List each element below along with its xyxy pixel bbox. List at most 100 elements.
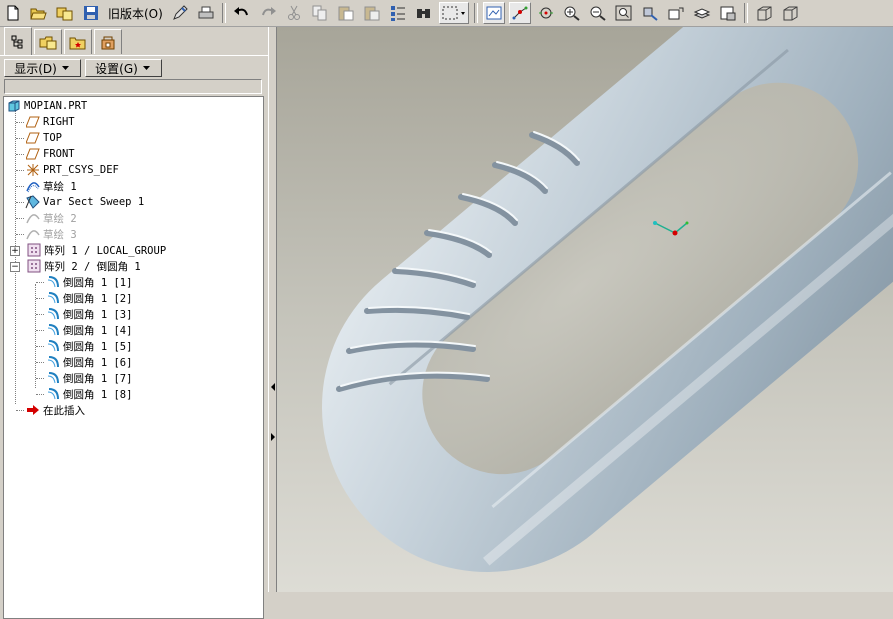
- wireframe-icon[interactable]: [753, 2, 775, 24]
- draw-pen-icon[interactable]: [169, 2, 191, 24]
- tree-item-sketch-1[interactable]: 草绘 1: [16, 178, 77, 194]
- tree-item-label: 阵列 1 / LOCAL_GROUP: [44, 244, 167, 257]
- tree-child-label: 倒圆角 1 [5]: [63, 340, 133, 353]
- tree-child-round-6[interactable]: 倒圆角 1 [6]: [36, 354, 132, 370]
- tree-child-label: 倒圆角 1 [4]: [63, 324, 133, 337]
- insert-here-label: 在此插入: [43, 404, 85, 417]
- regenerate-icon[interactable]: [387, 2, 409, 24]
- display-menu-label: 显示(D): [14, 61, 57, 76]
- settings-menu-button[interactable]: 设置(G): [85, 59, 162, 77]
- zoom-out-icon[interactable]: [587, 2, 609, 24]
- part-model-render: [322, 27, 893, 572]
- model-tree-icon: [11, 35, 23, 48]
- tree-child-round-1[interactable]: 倒圆角 1 [1]: [36, 274, 132, 290]
- insert-arrow-icon: [25, 402, 41, 418]
- tree-child-label: 倒圆角 1 [8]: [63, 388, 133, 401]
- toolbar-separator: [743, 3, 748, 23]
- expand-toggle[interactable]: +: [10, 246, 20, 256]
- tree-item-label: PRT_CSYS_DEF: [43, 164, 119, 176]
- find-icon[interactable]: [413, 2, 435, 24]
- undo-icon[interactable]: [231, 2, 253, 24]
- tree-child-round-2[interactable]: 倒圆角 1 [2]: [36, 290, 132, 306]
- print-icon[interactable]: [195, 2, 217, 24]
- tree-item-label: TOP: [43, 132, 62, 144]
- tree-item-label: 草绘 2: [43, 212, 77, 225]
- sketch-icon: [25, 210, 41, 226]
- tree-item-pattern-1[interactable]: 阵列 1 / LOCAL_GROUP: [26, 242, 166, 258]
- paste-icon[interactable]: [335, 2, 357, 24]
- zoom-in-icon[interactable]: [561, 2, 583, 24]
- tree-insert-here[interactable]: 在此插入: [16, 402, 85, 418]
- old-version-button[interactable]: 旧版本(O): [108, 5, 163, 22]
- main-toolbar: 旧版本(O): [0, 0, 893, 27]
- tree-item-label: RIGHT: [43, 116, 75, 128]
- part-icon: [6, 98, 22, 114]
- tree-item-front[interactable]: FRONT: [16, 146, 75, 162]
- tree-item-sketch-3[interactable]: 草绘 3: [16, 226, 77, 242]
- collapse-toggle[interactable]: −: [10, 262, 20, 272]
- tree-child-label: 倒圆角 1 [1]: [63, 276, 133, 289]
- toolbar-separator: [221, 3, 226, 23]
- tree-child-round-8[interactable]: 倒圆角 1 [8]: [36, 386, 132, 402]
- pattern-icon: [26, 258, 42, 274]
- favorites-icon: [69, 37, 86, 50]
- search-bar[interactable]: [4, 79, 262, 94]
- tree-child-label: 倒圆角 1 [7]: [63, 372, 133, 385]
- tree-item-label: 草绘 1: [43, 180, 77, 193]
- tree-item-pattern-2[interactable]: 阵列 2 / 倒圆角 1: [26, 258, 141, 274]
- tree-item-label: 草绘 3: [43, 228, 77, 241]
- view-manager-icon[interactable]: [717, 2, 739, 24]
- connections-icon: [101, 36, 115, 50]
- round-icon: [45, 354, 61, 370]
- tree-item-csys[interactable]: PRT_CSYS_DEF: [16, 162, 119, 178]
- redo-icon[interactable]: [257, 2, 279, 24]
- new-file-icon[interactable]: [2, 2, 24, 24]
- round-icon: [45, 290, 61, 306]
- select-box-icon[interactable]: [438, 2, 469, 24]
- sketch-icon: [25, 226, 41, 242]
- round-icon: [45, 370, 61, 386]
- refit-icon[interactable]: [613, 2, 635, 24]
- paste-special-icon[interactable]: [361, 2, 383, 24]
- model-tree: MOPIAN.PRT RIGHT TOP FRONT PRT_CSYS_DEF …: [3, 96, 264, 619]
- tree-item-var-sect-sweep[interactable]: Var Sect Sweep 1: [16, 194, 144, 210]
- favorites-tab[interactable]: [64, 29, 92, 54]
- tree-item-label: Var Sect Sweep 1: [43, 196, 145, 208]
- folder-browser-tab[interactable]: [34, 29, 62, 54]
- connections-tab[interactable]: [94, 29, 122, 54]
- datum-axes-icon[interactable]: [508, 2, 531, 24]
- datum-planes-icon[interactable]: [482, 2, 505, 24]
- settings-menu-label: 设置(G): [95, 61, 138, 76]
- tree-child-label: 倒圆角 1 [6]: [63, 356, 133, 369]
- round-icon: [45, 274, 61, 290]
- tree-child-round-4[interactable]: 倒圆角 1 [4]: [36, 322, 132, 338]
- dropdown-arrow-icon: [142, 66, 150, 70]
- saved-views-icon[interactable]: [665, 2, 687, 24]
- round-icon: [45, 322, 61, 338]
- layers-icon[interactable]: [691, 2, 713, 24]
- tree-child-round-7[interactable]: 倒圆角 1 [7]: [36, 370, 132, 386]
- tree-item-sketch-2[interactable]: 草绘 2: [16, 210, 77, 226]
- tree-item-top[interactable]: TOP: [16, 130, 62, 146]
- open-file-icon[interactable]: [28, 2, 50, 24]
- spin-center-icon[interactable]: [535, 2, 557, 24]
- erase-icon[interactable]: [54, 2, 76, 24]
- round-icon: [45, 338, 61, 354]
- tree-item-right[interactable]: RIGHT: [16, 114, 75, 130]
- folder-browser-icon: [39, 36, 57, 50]
- tree-child-round-3[interactable]: 倒圆角 1 [3]: [36, 306, 132, 322]
- expand-right-icon[interactable]: [270, 427, 275, 447]
- tab-divider: [0, 55, 268, 56]
- save-icon[interactable]: [80, 2, 102, 24]
- cut-icon[interactable]: [283, 2, 305, 24]
- tree-child-round-5[interactable]: 倒圆角 1 [5]: [36, 338, 132, 354]
- model-tree-tab[interactable]: [4, 27, 32, 55]
- graphics-viewport[interactable]: [277, 27, 893, 592]
- collapse-left-icon[interactable]: [270, 377, 275, 397]
- panel-splitter[interactable]: [268, 27, 277, 592]
- orient-icon[interactable]: [639, 2, 661, 24]
- hidden-line-icon[interactable]: [779, 2, 801, 24]
- copy-icon[interactable]: [309, 2, 331, 24]
- tree-root[interactable]: MOPIAN.PRT: [6, 98, 87, 114]
- display-menu-button[interactable]: 显示(D): [4, 59, 81, 77]
